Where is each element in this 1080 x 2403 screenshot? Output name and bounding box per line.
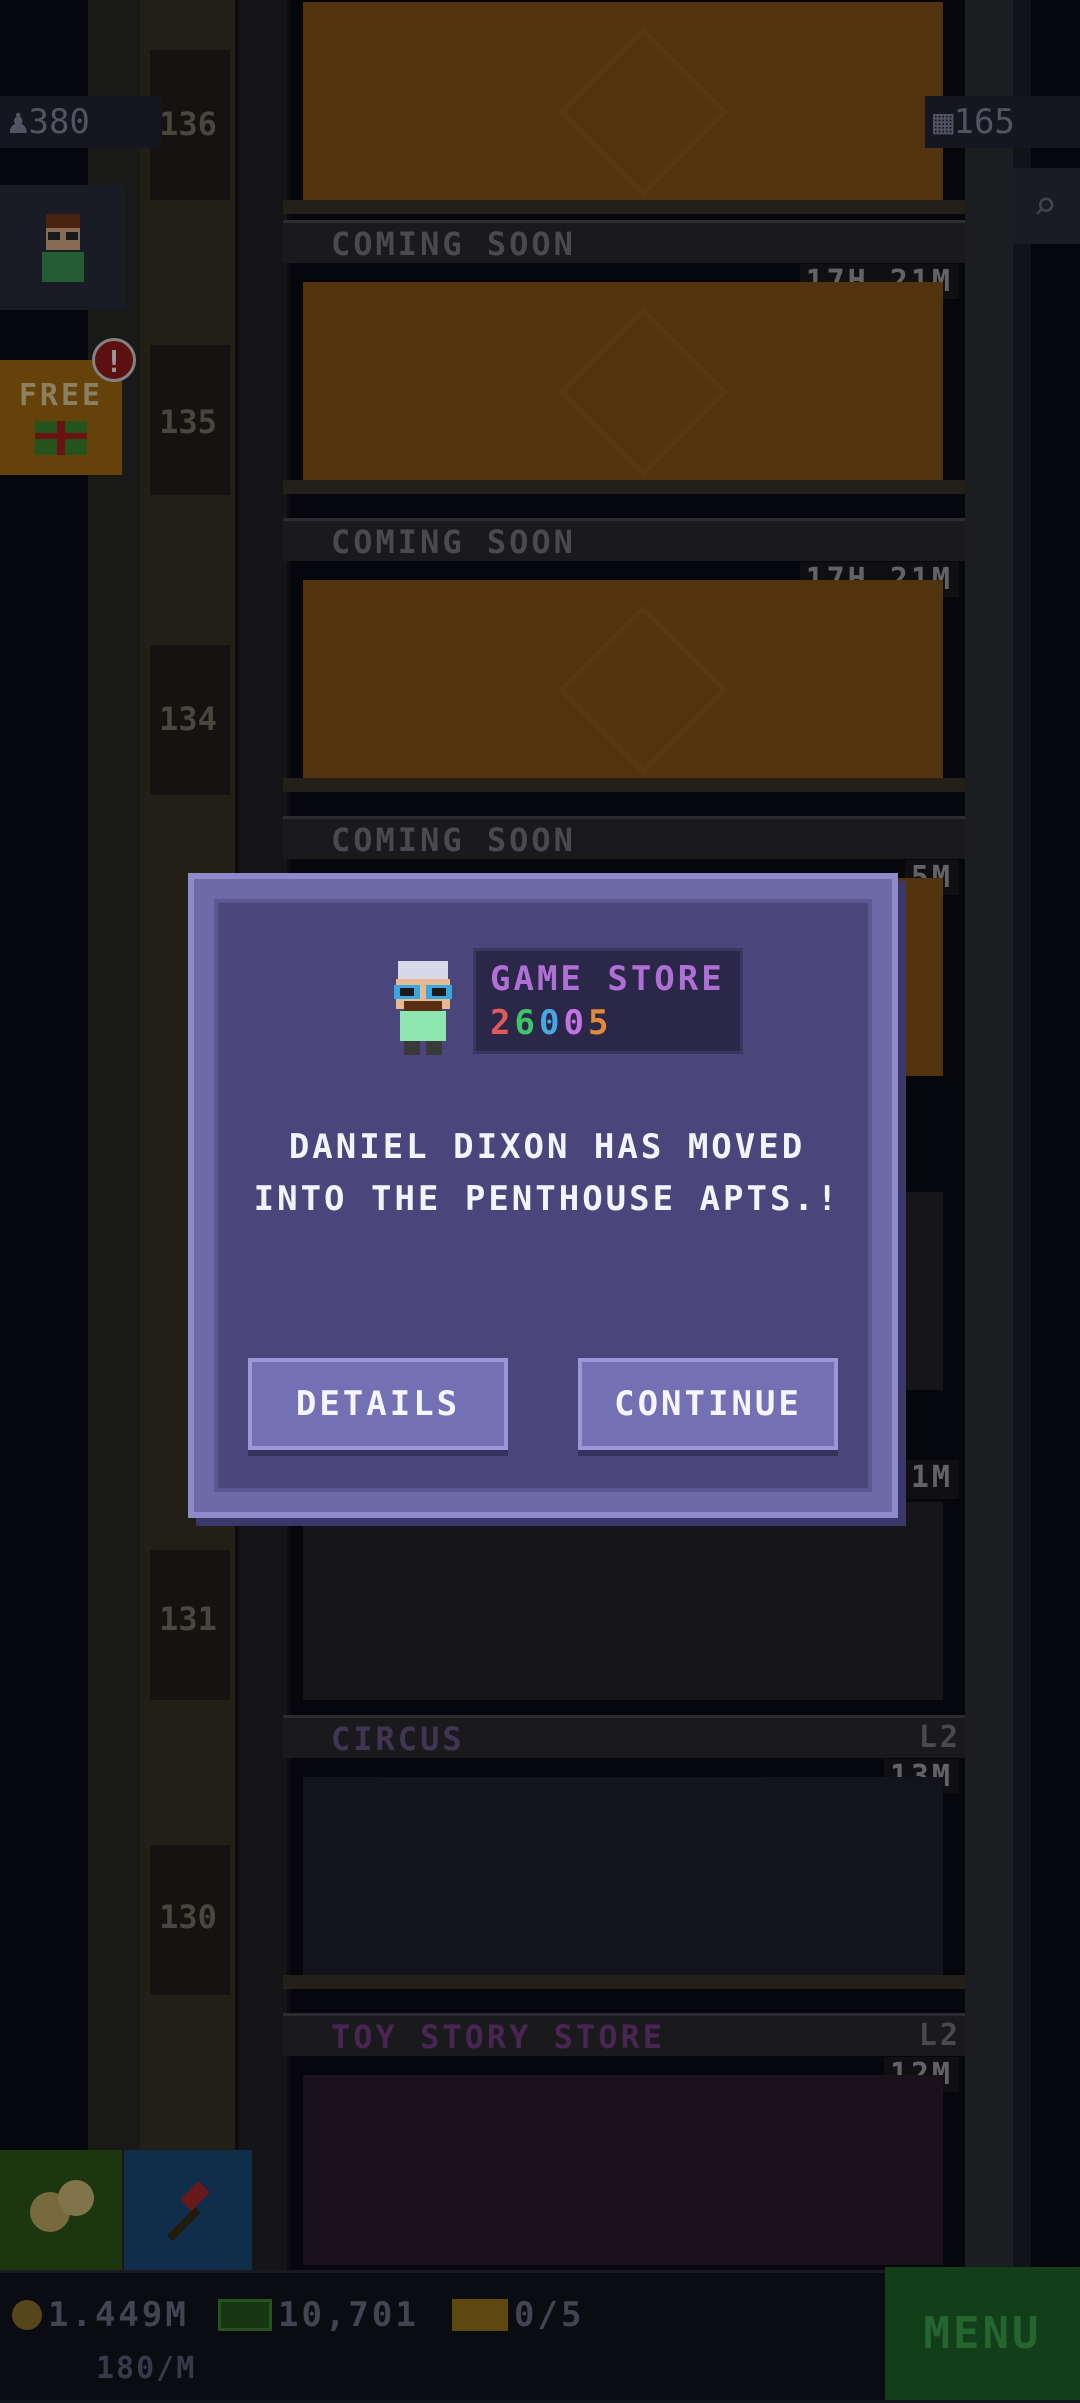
dialog-panel: GAME STORE 26005 DANIEL DIXON HAS MOVED … <box>214 899 872 1492</box>
store-name: GAME STORE <box>490 959 725 999</box>
dialog-message: DANIEL DIXON HAS MOVED INTO THE PENTHOUS… <box>238 1121 856 1225</box>
store-code-digit: 0 <box>538 1003 564 1043</box>
bitizen-sprite-icon <box>394 961 452 1055</box>
move-in-dialog: GAME STORE 26005 DANIEL DIXON HAS MOVED … <box>188 873 898 1518</box>
store-code-digit: 2 <box>490 1003 515 1043</box>
message-line: DANIEL DIXON HAS MOVED <box>288 1127 806 1167</box>
store-code: 26005 <box>490 1003 612 1043</box>
details-button[interactable]: DETAILS <box>248 1358 508 1450</box>
message-line: INTO THE PENTHOUSE APTS.! <box>253 1179 841 1219</box>
store-code-digit: 5 <box>587 1003 613 1043</box>
store-info-box: GAME STORE 26005 <box>473 948 743 1054</box>
continue-button[interactable]: CONTINUE <box>578 1358 838 1450</box>
store-code-digit: 0 <box>563 1003 588 1043</box>
store-code-digit: 6 <box>514 1003 539 1043</box>
